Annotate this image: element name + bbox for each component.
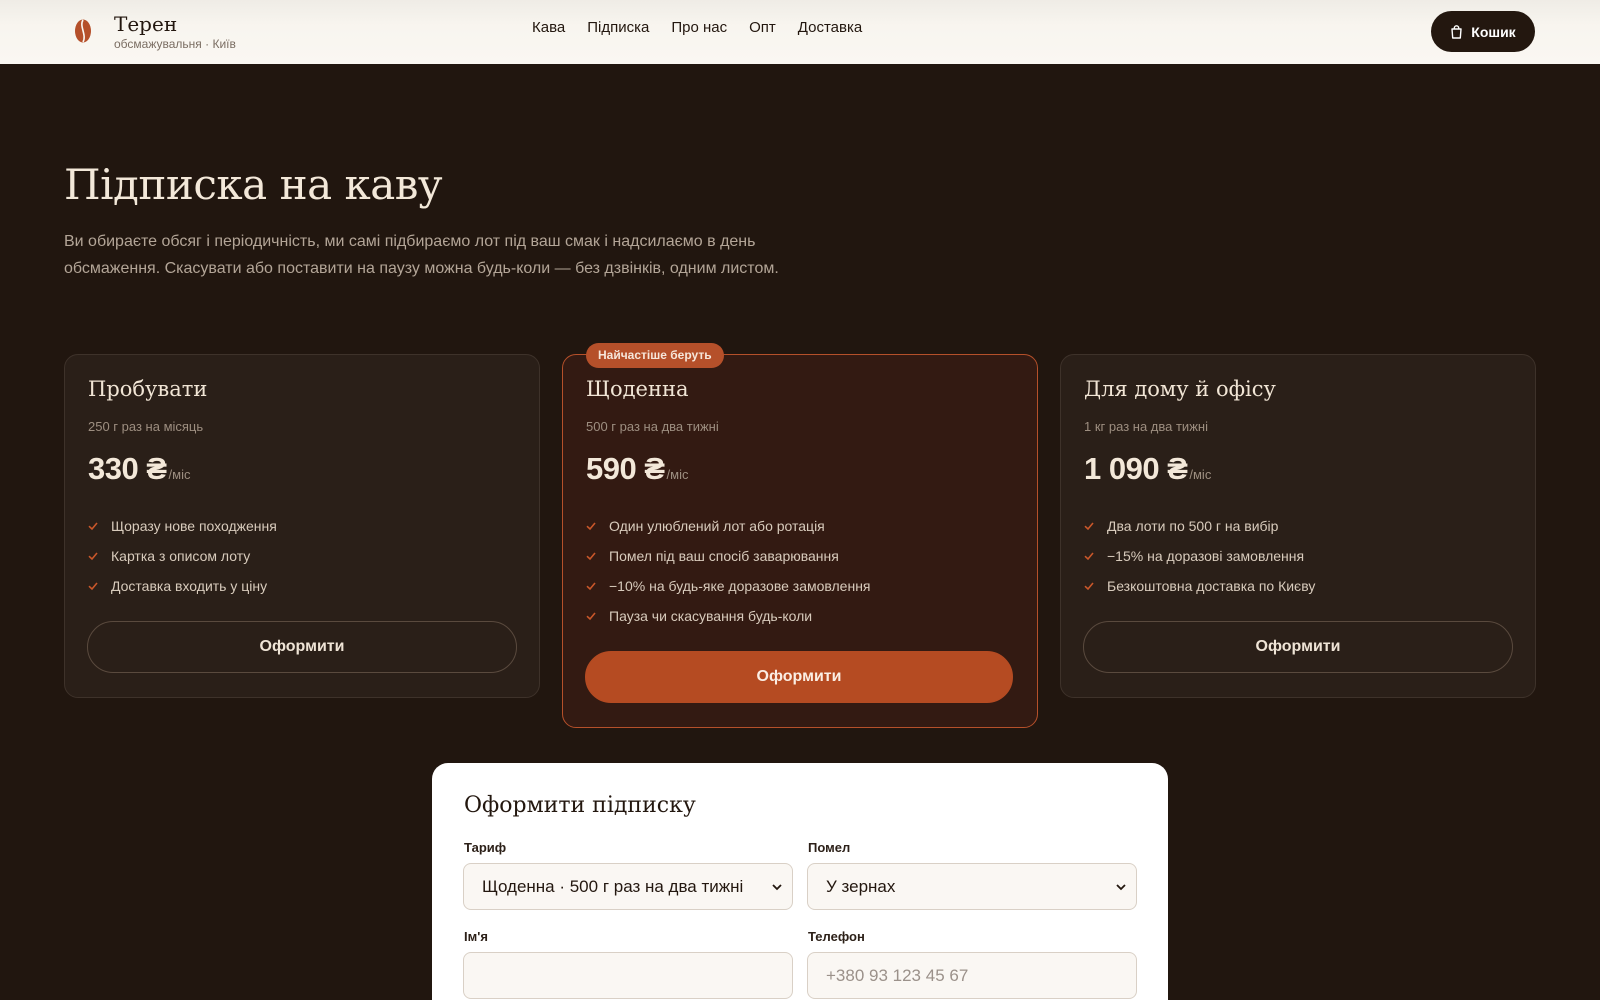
check-icon [1084, 522, 1094, 531]
brand-tagline: обсмажувальня · Київ [114, 37, 236, 51]
price-amount: 590 ₴ [586, 451, 665, 486]
tariff-select[interactable]: Щоденна · 500 г раз на два тижні [463, 863, 793, 910]
plan-name: Для дому й офісу [1084, 377, 1276, 401]
feature-text: Два лоти по 500 г на вибір [1107, 518, 1279, 534]
feature-item: Один улюблений лот або ротація [586, 511, 871, 541]
page-intro: Ви обираєте обсяг і періодичність, ми са… [64, 233, 779, 277]
feature-text: Пауза чи скасування будь-коли [609, 608, 813, 624]
feature-item: −10% на будь-яке доразове замовлення [586, 571, 871, 601]
chevron-down-icon [1116, 884, 1126, 891]
site-header: Терен обсмажувальня · Київ Кава Підписка… [0, 0, 1600, 64]
plan-order-button[interactable]: Оформити [585, 651, 1013, 703]
tariff-select-value: Щоденна · 500 г раз на два тижні [482, 876, 744, 896]
check-icon [88, 522, 98, 531]
form-title: Оформити підписку [464, 793, 696, 818]
check-icon [1084, 552, 1094, 561]
plan-description: 1 кг раз на два тижні [1084, 419, 1208, 434]
plan-card-daily: Найчастіше беруть Щоденна 500 г раз на д… [562, 343, 1038, 728]
check-icon [586, 612, 596, 621]
check-icon [586, 582, 596, 591]
nav-item-wholesale[interactable]: Опт [749, 19, 776, 36]
cart-button[interactable]: Кошик [1431, 11, 1535, 52]
price-amount: 1 090 ₴ [1084, 451, 1188, 486]
feature-text: Помел під ваш спосіб заварювання [609, 548, 839, 564]
shopping-bag-icon [1451, 24, 1462, 39]
grind-label: Помел [808, 840, 851, 855]
plan-features: Щоразу нове походження Картка з описом л… [88, 511, 277, 601]
check-icon [586, 552, 596, 561]
nav-item-about[interactable]: Про нас [671, 19, 727, 36]
coffee-bean-logo-icon[interactable] [74, 18, 92, 44]
plan-price: 1 090 ₴ /міс [1084, 451, 1211, 487]
plan-price: 590 ₴ /міс [586, 451, 688, 487]
phone-input[interactable]: +380 93 123 45 67 [807, 952, 1137, 999]
plan-card-try: Пробувати 250 г раз на місяць 330 ₴ /міс… [64, 354, 540, 698]
feature-text: −10% на будь-яке доразове замовлення [609, 578, 871, 594]
feature-text: −15% на доразові замовлення [1107, 548, 1305, 564]
feature-item: Помел під ваш спосіб заварювання [586, 541, 871, 571]
price-amount: 330 ₴ [88, 451, 167, 486]
phone-label: Телефон [808, 929, 865, 944]
check-icon [88, 552, 98, 561]
plan-features: Два лоти по 500 г на вибір −15% на дораз… [1084, 511, 1315, 601]
grind-select[interactable]: У зернах [807, 863, 1137, 910]
plan-order-button[interactable]: Оформити [87, 621, 517, 673]
grind-select-value: У зернах [826, 876, 896, 896]
check-icon [586, 522, 596, 531]
feature-item: Картка з описом лоту [88, 541, 277, 571]
check-icon [88, 582, 98, 591]
feature-item: Два лоти по 500 г на вибір [1084, 511, 1315, 541]
plan-description: 500 г раз на два тижні [586, 419, 719, 434]
feature-item: Доставка входить у ціну [88, 571, 277, 601]
main-nav: Кава Підписка Про нас Опт Доставка [532, 19, 862, 36]
name-input[interactable] [463, 952, 793, 999]
brand-name[interactable]: Терен [114, 12, 177, 36]
feature-item: −15% на доразові замовлення [1084, 541, 1315, 571]
price-period: /міс [1189, 467, 1212, 482]
plan-features: Один улюблений лот або ротація Помел під… [586, 511, 871, 631]
popular-badge: Найчастіше беруть [586, 343, 724, 368]
chevron-down-icon [772, 884, 782, 891]
feature-item: Пауза чи скасування будь-коли [586, 601, 871, 631]
name-label: Ім'я [464, 929, 488, 944]
cart-label: Кошик [1471, 23, 1516, 40]
plan-card-home-office: Для дому й офісу 1 кг раз на два тижні 1… [1060, 354, 1536, 698]
feature-text: Один улюблений лот або ротація [609, 518, 825, 534]
page-title: Підписка на каву [64, 160, 443, 209]
nav-item-coffee[interactable]: Кава [532, 19, 565, 36]
feature-text: Доставка входить у ціну [111, 578, 268, 594]
plan-description: 250 г раз на місяць [88, 419, 204, 434]
plan-name: Щоденна [586, 377, 689, 401]
feature-text: Щоразу нове походження [111, 518, 277, 534]
nav-item-delivery[interactable]: Доставка [798, 19, 862, 36]
check-icon [1084, 582, 1094, 591]
plan-order-button[interactable]: Оформити [1083, 621, 1513, 673]
price-period: /міс [666, 467, 689, 482]
nav-item-subscription[interactable]: Підписка [587, 19, 649, 36]
price-period: /міс [168, 467, 191, 482]
plan-name: Пробувати [88, 377, 208, 401]
phone-input-placeholder: +380 93 123 45 67 [826, 965, 969, 985]
feature-item: Безкоштовна доставка по Києву [1084, 571, 1315, 601]
feature-text: Картка з описом лоту [111, 548, 251, 564]
feature-text: Безкоштовна доставка по Києву [1107, 578, 1316, 594]
feature-item: Щоразу нове походження [88, 511, 277, 541]
plan-price: 330 ₴ /міс [88, 451, 190, 487]
subscription-form: Оформити підписку Тариф Щоденна · 500 г … [432, 763, 1168, 1000]
tariff-label: Тариф [464, 840, 507, 855]
